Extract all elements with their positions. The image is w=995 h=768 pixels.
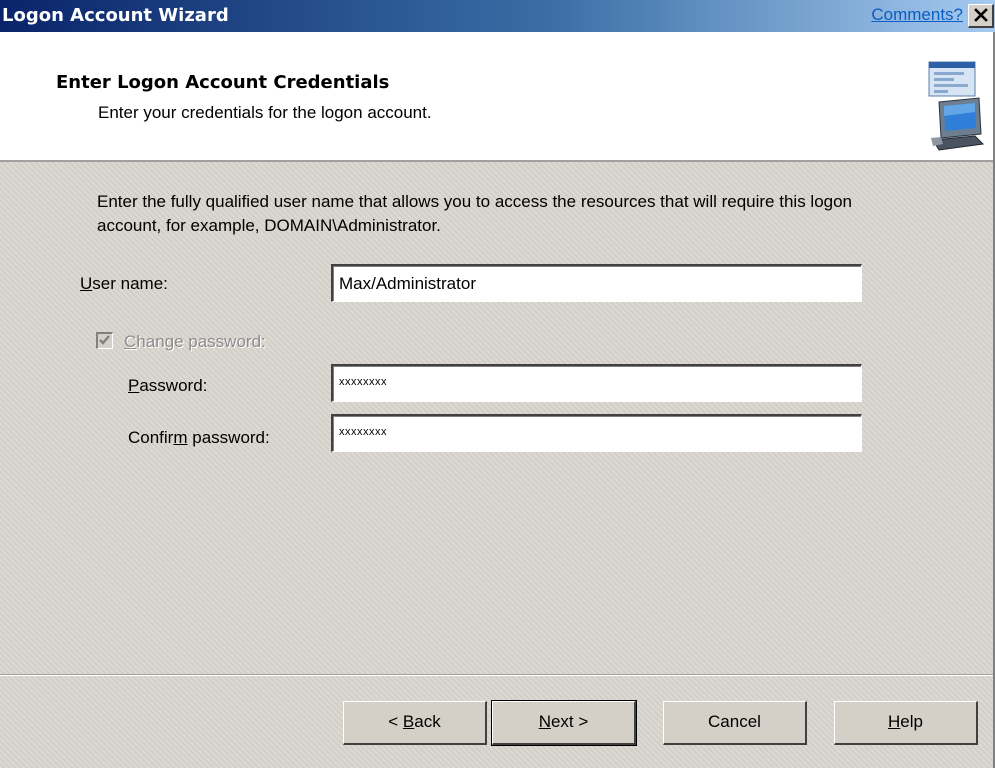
help-button-label: elp: [900, 712, 923, 731]
next-button[interactable]: Next >: [491, 700, 637, 746]
password-label-access-key: P: [128, 376, 140, 395]
change-password-label: Change password:: [124, 332, 266, 352]
wizard-header: Enter Logon Account Credentials Enter yo…: [0, 32, 995, 162]
password-label: Password:: [128, 376, 207, 396]
back-button-prefix: <: [388, 712, 403, 731]
next-button-label: ext >: [550, 712, 589, 731]
close-icon: [973, 6, 988, 27]
help-button[interactable]: Help: [834, 701, 978, 745]
username-label-access-key: U: [80, 274, 93, 293]
checkmark-icon: [99, 335, 110, 345]
change-password-checkbox[interactable]: [96, 332, 113, 349]
confirm-password-label-prefix: Confir: [128, 428, 174, 447]
back-button-label: ack: [414, 712, 441, 731]
title-bar[interactable]: Logon Account Wizard Comments?: [0, 0, 995, 32]
computer-window-icon: [925, 60, 985, 154]
confirm-password-label-text: password:: [187, 428, 270, 447]
back-button-access-key: B: [402, 712, 415, 731]
close-button[interactable]: [968, 4, 994, 28]
logon-account-wizard-window: Logon Account Wizard Comments? Enter Log…: [0, 0, 995, 768]
change-password-label-text: hange password:: [136, 332, 266, 351]
confirm-password-label: Confirm password:: [128, 428, 270, 448]
page-subtitle: Enter your credentials for the logon acc…: [98, 103, 432, 122]
comments-link[interactable]: Comments?: [871, 5, 963, 25]
password-input[interactable]: [331, 364, 862, 402]
username-label-text: ser name:: [92, 274, 168, 293]
page-title: Enter Logon Account Credentials: [56, 72, 390, 93]
help-button-access-key: H: [888, 712, 901, 731]
back-button[interactable]: < Back: [343, 701, 487, 745]
change-password-label-access-key: C: [124, 332, 137, 351]
next-button-access-key: N: [538, 712, 551, 731]
window-title: Logon Account Wizard: [2, 5, 229, 26]
username-input[interactable]: [331, 264, 862, 302]
wizard-body: Enter the fully qualified user name that…: [0, 162, 995, 674]
confirm-password-label-access-key: m: [173, 428, 188, 447]
username-label: User name:: [80, 274, 168, 294]
wizard-button-bar: < Back Next > Cancel Help: [0, 674, 995, 768]
instructions-text: Enter the fully qualified user name that…: [97, 192, 853, 235]
password-label-text: assword:: [139, 376, 208, 395]
cancel-button[interactable]: Cancel: [663, 701, 807, 745]
confirm-password-input[interactable]: [331, 414, 862, 452]
